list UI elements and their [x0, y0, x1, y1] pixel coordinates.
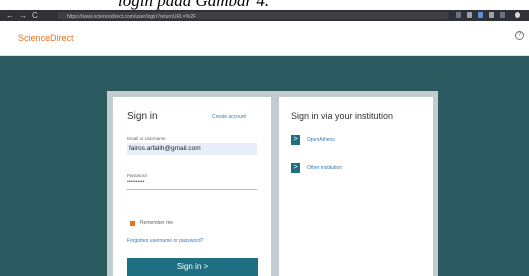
- profile-icon[interactable]: [515, 12, 520, 18]
- sciencedirect-logo[interactable]: ScienceDirect: [18, 33, 74, 43]
- signin-title: Sign in: [127, 111, 158, 122]
- sign-in-button[interactable]: Sign in >: [127, 258, 258, 276]
- remember-me-checkbox[interactable]: [130, 221, 135, 226]
- email-field[interactable]: fairos.arfalih@gmail.com: [127, 143, 257, 155]
- openathens-label: OpenAthens: [307, 137, 335, 143]
- remember-me-label: Remember me: [140, 220, 174, 226]
- forgot-password-link[interactable]: Forgotten username or password?: [127, 238, 203, 244]
- caption-text: login pada Gambar 4.: [118, 0, 270, 10]
- extension-icon[interactable]: [456, 12, 461, 18]
- forward-icon[interactable]: →: [19, 11, 27, 20]
- chevron-right-icon: >: [291, 163, 300, 173]
- other-institution-label: Other institution: [307, 165, 343, 171]
- institution-title: Sign in via your institution: [291, 111, 394, 121]
- chevron-right-icon: >: [291, 135, 300, 145]
- extension-icon[interactable]: [478, 12, 483, 18]
- password-underline: [127, 189, 257, 190]
- back-icon[interactable]: ←: [6, 11, 14, 20]
- reload-icon[interactable]: C: [32, 11, 38, 20]
- email-label: Email or Username: [127, 136, 166, 141]
- password-field[interactable]: ••••••••••: [127, 179, 145, 185]
- email-value: fairos.arfalih@gmail.com: [129, 145, 201, 152]
- help-icon[interactable]: ?: [515, 31, 524, 40]
- site-header: ScienceDirect ?: [0, 21, 529, 56]
- signin-card: Sign in Create account Email or Username…: [113, 97, 271, 276]
- extension-icon[interactable]: [500, 12, 505, 18]
- extension-icon[interactable]: [467, 12, 472, 18]
- institution-card: Sign in via your institution > OpenAthen…: [279, 97, 433, 276]
- browser-toolbar: ← → C https://www.sciencedirect.com/user…: [0, 10, 529, 21]
- address-bar[interactable]: https://www.sciencedirect.com/user/login…: [57, 12, 449, 20]
- caption-strip: login pada Gambar 4.: [0, 0, 529, 10]
- create-account-link[interactable]: Create account: [212, 114, 246, 120]
- extension-icon[interactable]: [489, 12, 494, 18]
- password-label: Password: [127, 173, 147, 178]
